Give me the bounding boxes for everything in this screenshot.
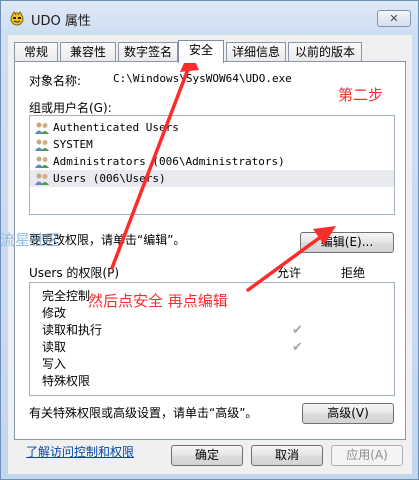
object-name-label: 对象名称: <box>29 74 82 88</box>
tab-compatibility[interactable]: 兼容性 <box>60 42 116 62</box>
ok-button[interactable]: 确定 <box>171 445 243 466</box>
users-list[interactable]: Authenticated Users SYSTEM Administrator… <box>29 115 395 215</box>
security-panel: 对象名称: C:\Windows\SysWOW64\UDO.exe 组或用户名(… <box>14 61 406 440</box>
allow-check-icon: ✔ <box>292 340 303 355</box>
user-row-administrators[interactable]: Administrators (006\Administrators) <box>30 153 394 170</box>
window-title: UDO 属性 <box>31 14 91 29</box>
tab-strip: 常规 兼容性 数字签名 安全 详细信息 以前的版本 <box>14 40 409 63</box>
allow-column-header: 允许 <box>277 266 302 280</box>
advanced-button[interactable]: 高级(V) <box>302 403 394 424</box>
tab-previous-versions[interactable]: 以前的版本 <box>288 42 362 62</box>
user-row-authenticated-users[interactable]: Authenticated Users <box>30 119 394 136</box>
permission-name: 特殊权限 <box>42 374 91 388</box>
edit-button[interactable]: 编辑(E)... <box>300 232 394 253</box>
tab-general[interactable]: 常规 <box>14 42 58 62</box>
group-users-label: 组或用户名(G): <box>29 101 112 115</box>
tab-details[interactable]: 详细信息 <box>226 42 286 62</box>
users-group-icon <box>34 121 50 135</box>
special-permissions-hint: 有关特殊权限或高级设置，请单击“高级”。 <box>29 406 258 420</box>
user-name: SYSTEM <box>53 138 93 151</box>
deny-column-header: 拒绝 <box>341 266 366 280</box>
instruction-annotation: 然后点安全 再点编辑 <box>88 292 228 310</box>
permission-name: 修改 <box>42 306 67 320</box>
tab-digital-signatures[interactable]: 数字签名 <box>118 42 178 62</box>
permission-row-write: 写入 <box>30 356 394 373</box>
tab-security[interactable]: 安全 <box>178 40 224 63</box>
watermark-text: 流星社区 <box>0 231 61 249</box>
permission-name: 读取 <box>42 340 67 354</box>
permission-name: 完全控制 <box>42 289 91 303</box>
permissions-label: Users 的权限(P) <box>29 266 120 280</box>
close-icon: ✕ <box>389 12 399 25</box>
title-bar[interactable]: UDO 属性 ✕ <box>1 1 418 35</box>
user-name: Authenticated Users <box>53 121 179 134</box>
user-row-users[interactable]: Users (006\Users) <box>30 170 394 187</box>
object-name-value: C:\Windows\SysWOW64\UDO.exe <box>113 72 292 85</box>
access-control-link[interactable]: 了解访问控制和权限 <box>26 443 134 460</box>
cancel-button[interactable]: 取消 <box>251 445 323 466</box>
users-group-icon <box>34 155 50 169</box>
allow-check-icon: ✔ <box>292 323 303 338</box>
user-name: Administrators (006\Administrators) <box>53 155 285 168</box>
step-two-annotation: 第二步 <box>338 86 384 104</box>
close-button[interactable]: ✕ <box>377 10 411 27</box>
properties-window: UDO 属性 ✕ 常规 兼容性 数字签名 安全 详细信息 以前的版本 对象名称:… <box>0 0 419 480</box>
users-group-icon <box>34 138 50 152</box>
users-group-icon <box>34 172 50 186</box>
permission-row-read-execute: 读取和执行 ✔ <box>30 322 394 339</box>
permission-row-special: 特殊权限 <box>30 373 394 390</box>
permission-name: 读取和执行 <box>42 323 103 337</box>
user-name: Users (006\Users) <box>53 172 166 185</box>
permission-row-read: 读取 ✔ <box>30 339 394 356</box>
apply-button[interactable]: 应用(A) <box>331 445 403 466</box>
permission-name: 写入 <box>42 357 67 371</box>
app-icon <box>10 11 24 26</box>
user-row-system[interactable]: SYSTEM <box>30 136 394 153</box>
